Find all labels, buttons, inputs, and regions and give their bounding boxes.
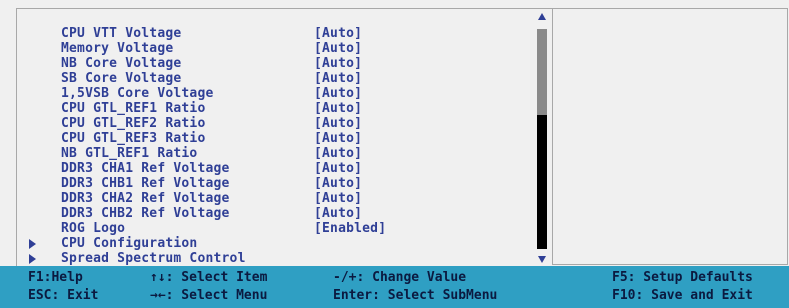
scroll-thumb[interactable] [537,29,547,115]
hint-help: F1:Help [28,270,83,285]
setting-value[interactable]: [Auto] [314,86,362,101]
setting-label: CPU VTT Voltage [61,26,182,41]
setting-row-ddr3-cha2-ref-voltage[interactable]: DDR3 CHA2 Ref Voltage [Auto] [17,191,537,206]
setting-row-ddr3-cha1-ref-voltage[interactable]: DDR3 CHA1 Ref Voltage [Auto] [17,161,537,176]
setting-row-rog-logo[interactable]: ROG Logo [Enabled] [17,221,537,236]
settings-panel: CPU VTT Voltage [Auto] Memory Voltage [A… [16,8,553,267]
setting-value[interactable]: [Auto] [314,71,362,86]
settings-list: CPU VTT Voltage [Auto] Memory Voltage [A… [17,26,537,266]
setting-label: CPU GTL_REF1 Ratio [61,101,206,116]
setting-label: DDR3 CHB1 Ref Voltage [61,176,230,191]
setting-row-cpu-gtl-ref3-ratio[interactable]: CPU GTL_REF3 Ratio [Auto] [17,131,537,146]
setting-label: Memory Voltage [61,41,174,56]
hint-select-submenu: Enter: Select SubMenu [333,288,498,303]
setting-row-ddr3-chb2-ref-voltage[interactable]: DDR3 CHB2 Ref Voltage [Auto] [17,206,537,221]
setting-label: ROG Logo [61,221,126,236]
setting-row-cpu-gtl-ref1-ratio[interactable]: CPU GTL_REF1 Ratio [Auto] [17,101,537,116]
setting-label: DDR3 CHA2 Ref Voltage [61,191,230,206]
setting-row-1-5vsb-core-voltage[interactable]: 1,5VSB Core Voltage [Auto] [17,86,537,101]
setting-label: NB Core Voltage [61,56,182,71]
setting-row-cpu-gtl-ref2-ratio[interactable]: CPU GTL_REF2 Ratio [Auto] [17,116,537,131]
setting-row-nb-core-voltage[interactable]: NB Core Voltage [Auto] [17,56,537,71]
submenu-arrow-icon [29,254,36,264]
setting-label: CPU GTL_REF2 Ratio [61,116,206,131]
hint-setup-defaults: F5: Setup Defaults [612,270,753,285]
setting-row-memory-voltage[interactable]: Memory Voltage [Auto] [17,41,537,56]
help-panel [552,8,788,265]
setting-value[interactable]: [Auto] [314,206,362,221]
setting-value[interactable]: [Auto] [314,131,362,146]
key-help-bar: F1:Help ↑↓: Select Item -/+: Change Valu… [0,266,789,308]
setting-row-cpu-vtt-voltage[interactable]: CPU VTT Voltage [Auto] [17,26,537,41]
scroll-up-arrow-icon[interactable] [538,13,546,20]
submenu-arrow-icon [29,239,36,249]
hint-select-menu: →←: Select Menu [150,288,268,303]
setting-label: CPU GTL_REF3 Ratio [61,131,206,146]
submenu-cpu-configuration[interactable]: CPU Configuration [17,236,537,251]
hint-select-item: ↑↓: Select Item [150,270,268,285]
setting-value[interactable]: [Auto] [314,116,362,131]
submenu-label: Spread Spectrum Control [61,251,246,266]
hint-exit: ESC: Exit [28,288,99,303]
setting-label: DDR3 CHB2 Ref Voltage [61,206,230,221]
submenu-label: CPU Configuration [61,236,198,251]
setting-value[interactable]: [Auto] [314,101,362,116]
hint-change-value: -/+: Change Value [333,270,467,285]
setting-label: 1,5VSB Core Voltage [61,86,214,101]
setting-value[interactable]: [Auto] [314,26,362,41]
setting-value[interactable]: [Enabled] [314,221,386,236]
setting-row-ddr3-chb1-ref-voltage[interactable]: DDR3 CHB1 Ref Voltage [Auto] [17,176,537,191]
submenu-spread-spectrum-control[interactable]: Spread Spectrum Control [17,251,537,266]
scroll-track[interactable] [537,29,547,249]
setting-row-nb-gtl-ref1-ratio[interactable]: NB GTL_REF1 Ratio [Auto] [17,146,537,161]
setting-label: SB Core Voltage [61,71,182,86]
setting-value[interactable]: [Auto] [314,176,362,191]
setting-value[interactable]: [Auto] [314,146,362,161]
scrollbar[interactable] [536,12,548,264]
setting-label: DDR3 CHA1 Ref Voltage [61,161,230,176]
setting-value[interactable]: [Auto] [314,191,362,206]
setting-value[interactable]: [Auto] [314,161,362,176]
setting-value[interactable]: [Auto] [314,56,362,71]
setting-row-sb-core-voltage[interactable]: SB Core Voltage [Auto] [17,71,537,86]
scroll-down-arrow-icon[interactable] [538,256,546,263]
setting-value[interactable]: [Auto] [314,41,362,56]
hint-save-exit: F10: Save and Exit [612,288,753,303]
bios-screen: CPU VTT Voltage [Auto] Memory Voltage [A… [0,0,789,308]
setting-label: NB GTL_REF1 Ratio [61,146,198,161]
